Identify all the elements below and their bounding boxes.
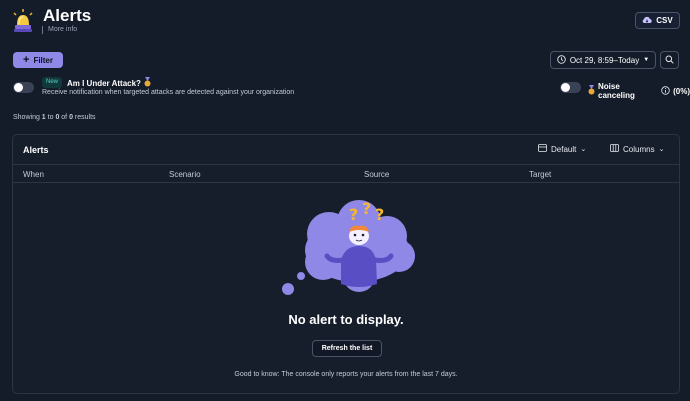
- column-header-source[interactable]: Source: [364, 170, 389, 179]
- cloud-download-icon: [642, 16, 652, 26]
- attack-title: Am I Under Attack?: [67, 77, 151, 89]
- chevron-down-icon: ⌄: [658, 146, 665, 153]
- table-header: When Scenario Source Target: [13, 164, 679, 183]
- search-button[interactable]: [660, 51, 679, 69]
- columns-icon: [610, 144, 619, 154]
- columns-selector[interactable]: Columns ⌄: [610, 144, 664, 154]
- date-range-picker[interactable]: Oct 29, 8:59–Today ▼: [550, 51, 656, 69]
- plus-icon: +: [23, 54, 30, 66]
- layout-icon: [538, 144, 547, 154]
- view-label: Default: [551, 144, 577, 154]
- svg-text:?: ?: [349, 205, 358, 224]
- page-title: Alerts: [43, 6, 92, 25]
- more-info-link[interactable]: More info: [42, 26, 77, 34]
- date-range-value: Oct 29, 8:59–Today: [569, 55, 640, 65]
- column-header-target[interactable]: Target: [529, 170, 551, 179]
- svg-text:?: ?: [375, 205, 384, 224]
- new-badge: New: [42, 77, 63, 88]
- search-icon: [665, 51, 674, 69]
- panel-title: Alerts: [23, 145, 49, 155]
- attack-notification-toggle[interactable]: [13, 82, 34, 93]
- noise-canceling-label: Noise canceling: [598, 82, 635, 100]
- alarm-light-icon: [10, 8, 36, 34]
- svg-text:?: ?: [362, 200, 371, 218]
- attack-title-text: Am I Under Attack?: [67, 78, 141, 88]
- attack-description: Receive notification when targeted attac…: [42, 89, 295, 96]
- csv-label: CSV: [656, 16, 673, 25]
- medal-icon: [144, 77, 151, 89]
- noise-canceling-value: (0%): [673, 86, 690, 96]
- filter-label: Filter: [33, 55, 53, 65]
- noise-canceling: Noise canceling (0%): [588, 82, 690, 100]
- view-selector[interactable]: Default ⌄: [538, 144, 586, 154]
- empty-state-title: No alert to display.: [288, 312, 404, 327]
- alerts-panel: Alerts Default ⌄ Columns ⌄ When Scenario…: [12, 134, 680, 394]
- columns-label: Columns: [623, 144, 655, 154]
- column-header-when[interactable]: When: [23, 170, 44, 179]
- chevron-down-icon: ⌄: [580, 146, 587, 153]
- csv-export-button[interactable]: CSV: [635, 12, 680, 29]
- column-header-scenario[interactable]: Scenario: [169, 170, 201, 179]
- medal-icon: [588, 85, 595, 97]
- info-icon[interactable]: [661, 85, 670, 97]
- filter-button[interactable]: + Filter: [13, 52, 63, 68]
- refresh-list-button[interactable]: Refresh the list: [312, 340, 382, 357]
- noise-canceling-toggle[interactable]: [560, 82, 581, 93]
- confused-mascot-illustration: ? ? ?: [279, 199, 419, 300]
- retention-note: Good to know: The console only reports y…: [234, 371, 458, 378]
- caret-down-icon: ▼: [643, 57, 650, 63]
- clock-icon: [557, 54, 566, 66]
- results-count: Showing 1 to 0 of 0 results: [13, 114, 96, 121]
